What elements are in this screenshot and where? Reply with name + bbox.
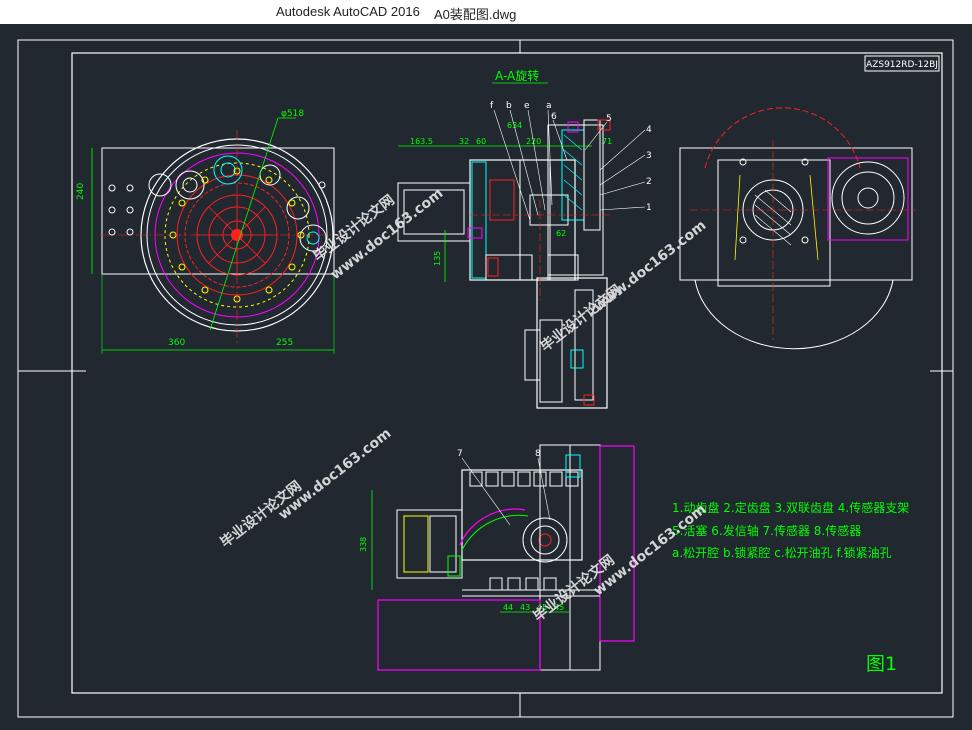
- front-right-dim: 255: [276, 338, 293, 348]
- balloon-4: 4: [646, 125, 652, 135]
- drawing-canvas[interactable]: AZS912RD-12BJ φ518 240 360 255 A-A旋转 163…: [0, 24, 972, 726]
- section-letter-b: b: [506, 101, 512, 111]
- parts-legend: 1.动齿盘 2.定齿盘 3.双联齿盘 4.传感器支架 5.活塞 6.发信轴 7.…: [672, 500, 909, 560]
- section-letter-a: a: [546, 101, 552, 111]
- watermarks: 毕业设计论文网 www.doc163.com 毕业设计论文网 www.doc16…: [217, 185, 709, 625]
- section-dim-3: 60: [476, 137, 486, 146]
- balloon-8: 8: [535, 449, 541, 459]
- balloon-7: 7: [457, 449, 463, 459]
- section-dim-7: 135: [433, 251, 442, 266]
- balloon-5: 5: [606, 114, 612, 124]
- balloon-3: 3: [646, 151, 652, 161]
- front-height-dim: 240: [76, 183, 86, 200]
- figure-label: 图1: [866, 653, 897, 675]
- balloon-2: 2: [646, 177, 652, 187]
- section-dim-2: 32: [459, 137, 469, 146]
- front-diameter-dim: φ518: [281, 109, 304, 119]
- legend-line-2: 5.活塞 6.发信轴 7.传感器 8.传感器: [672, 523, 861, 538]
- section-letter-f: f: [490, 101, 494, 111]
- section-letter-e: e: [524, 101, 530, 111]
- document-title: A0装配图.dwg: [434, 7, 517, 22]
- window-titlebar: Autodesk AutoCAD 2016 A0装配图.dwg: [0, 0, 972, 24]
- title-block-code: AZS912RD-12BJ: [866, 60, 938, 70]
- bottom-height-dim: 338: [359, 537, 368, 552]
- front-view: φ518 240 360 255: [76, 109, 345, 354]
- bottom-dim-2: 43: [520, 603, 530, 612]
- section-view: A-A旋转 163.5 32 60 71 634 135 62 f b e a …: [397, 68, 652, 409]
- section-dim-8: 62: [556, 229, 566, 238]
- section-title: A-A旋转: [495, 68, 539, 83]
- watermark-url-2: www.doc163.com: [591, 217, 710, 315]
- watermark-url-3: www.doc163.com: [276, 425, 395, 523]
- front-left-dim: 360: [168, 338, 185, 348]
- side-view: [679, 107, 915, 350]
- section-dim-5: 71: [602, 137, 612, 146]
- bottom-view: 338 44 43 45 45 7 8: [359, 444, 635, 671]
- balloon-6: 6: [551, 112, 557, 122]
- app-title: Autodesk AutoCAD 2016: [276, 4, 420, 19]
- section-dim-6: 634: [507, 121, 522, 130]
- legend-line-3: a.松开腔 b.锁紧腔 c.松开油孔 f.锁紧油孔: [672, 545, 892, 560]
- section-dim-1: 163.5: [410, 137, 433, 146]
- balloon-1: 1: [646, 203, 652, 213]
- drawing-svg: AZS912RD-12BJ φ518 240 360 255 A-A旋转 163…: [17, 39, 954, 718]
- bottom-dim-1: 44: [503, 603, 513, 612]
